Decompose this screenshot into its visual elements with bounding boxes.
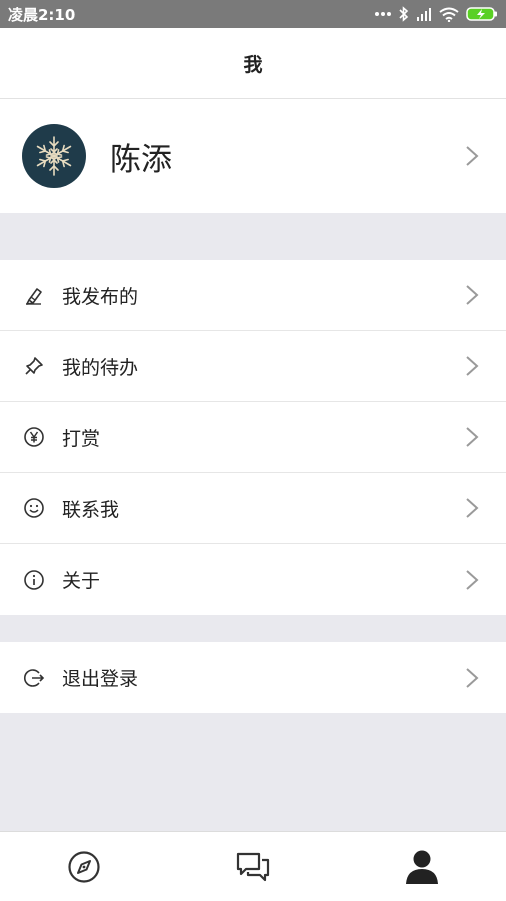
bluetooth-icon <box>399 6 409 22</box>
wifi-icon <box>439 7 459 22</box>
page-title: 我 <box>243 53 263 76</box>
menu-item-todo[interactable]: 我的待办 <box>0 331 506 402</box>
status-time: 凌晨2:10 <box>8 5 76 24</box>
compass-icon <box>68 850 100 883</box>
menu-item-about[interactable]: 关于 <box>0 544 506 615</box>
snowflake-icon <box>36 136 72 176</box>
status-icons <box>374 6 498 22</box>
logout-button[interactable]: 退出登录 <box>0 642 506 713</box>
smile-icon <box>23 497 45 519</box>
chat-icon <box>236 852 270 881</box>
chevron-right-icon <box>466 146 479 166</box>
pen-icon <box>23 284 45 306</box>
logout-icon <box>23 667 45 689</box>
tab-bar <box>0 831 506 901</box>
profile-row[interactable]: 陈添 <box>0 99 506 213</box>
tab-discover[interactable] <box>54 837 114 897</box>
chevron-right-icon <box>466 356 479 376</box>
header: 我 <box>0 28 506 99</box>
menu-item-contact[interactable]: 联系我 <box>0 473 506 544</box>
more-dots-icon <box>375 12 391 16</box>
chevron-right-icon <box>466 569 479 590</box>
menu-item-label: 打赏 <box>62 427 101 450</box>
menu-item-label: 联系我 <box>62 498 120 521</box>
chevron-right-icon <box>466 285 479 305</box>
menu-item-label: 我的待办 <box>62 356 139 379</box>
chevron-right-icon <box>466 427 479 447</box>
info-icon <box>23 569 45 591</box>
avatar <box>22 124 86 188</box>
logout-label: 退出登录 <box>62 668 139 690</box>
battery-icon <box>466 7 497 21</box>
yen-icon <box>23 426 45 448</box>
signal-icon <box>417 8 431 21</box>
logout-section: 退出登录 <box>0 642 506 713</box>
menu-list: 我发布的 我的待办 打赏 联系我 关于 <box>0 260 506 615</box>
tab-profile[interactable] <box>392 837 452 897</box>
tab-messages[interactable] <box>223 837 283 897</box>
pin-icon <box>23 355 45 377</box>
chevron-right-icon <box>466 667 479 688</box>
profile-name: 陈添 <box>110 141 172 178</box>
user-icon <box>405 850 438 884</box>
menu-item-reward[interactable]: 打赏 <box>0 402 506 473</box>
menu-item-label: 关于 <box>62 570 101 592</box>
menu-item-label: 我发布的 <box>62 285 139 308</box>
chevron-right-icon <box>466 498 479 518</box>
status-bar: 凌晨2:10 <box>0 0 506 28</box>
menu-item-my-posts[interactable]: 我发布的 <box>0 260 506 331</box>
